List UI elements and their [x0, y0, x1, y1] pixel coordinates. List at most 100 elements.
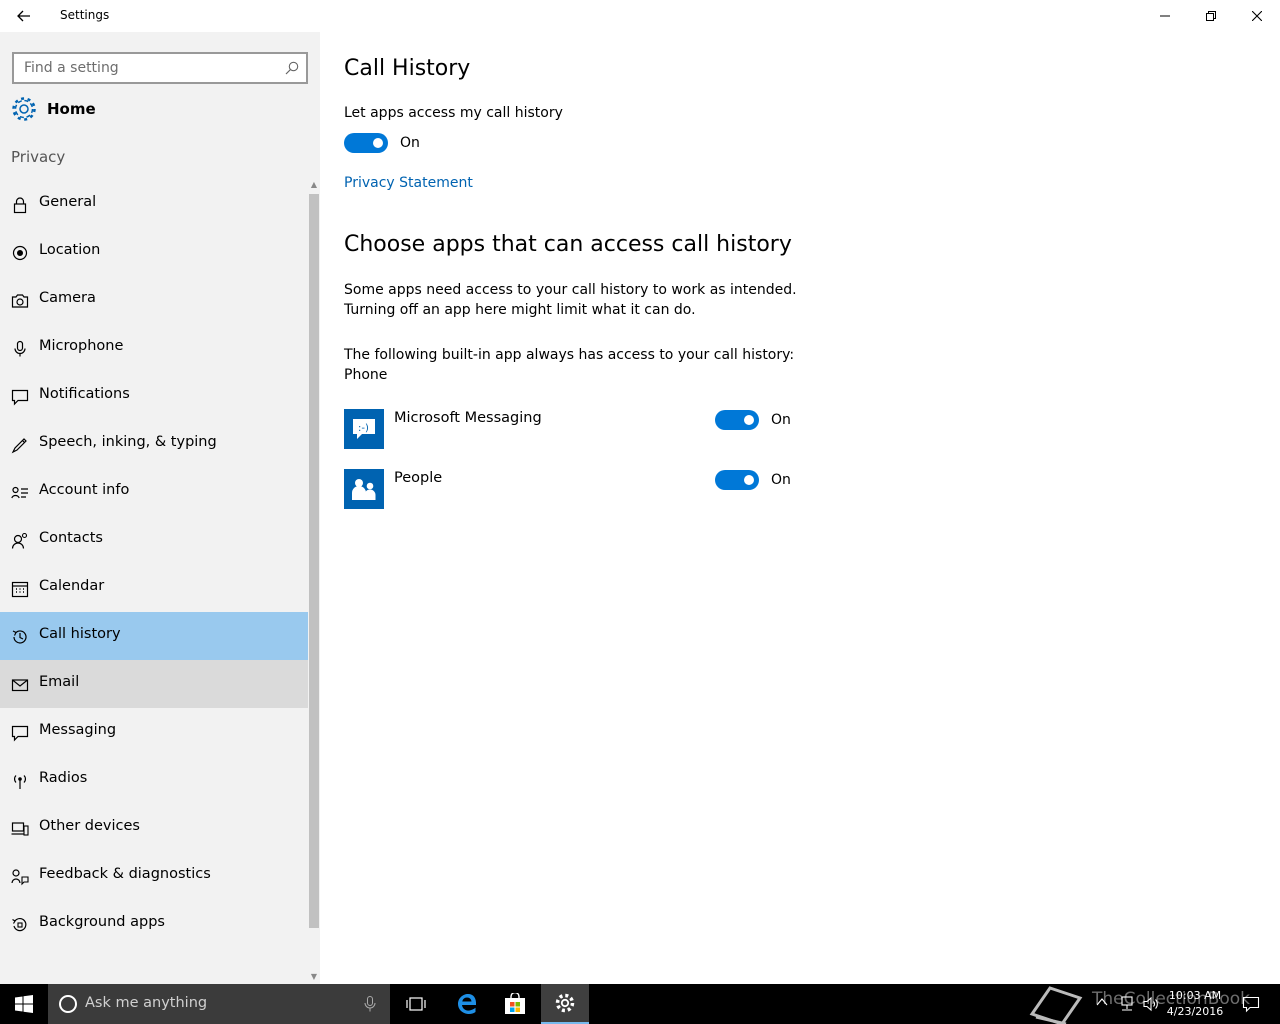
sidebar-item-general[interactable]: General — [0, 180, 308, 228]
sidebar-item-notifications[interactable]: Notifications — [0, 372, 308, 420]
sidebar-item-contacts[interactable]: Contacts — [0, 516, 308, 564]
microphone-icon — [14, 340, 26, 357]
back-button[interactable] — [10, 6, 38, 26]
sidebar-item-label: Account info — [39, 482, 130, 498]
section-title: Choose apps that can access call history — [344, 232, 792, 257]
sidebar-item-label: Radios — [39, 770, 88, 786]
sidebar-item-speech[interactable]: Speech, inking, & typing — [0, 420, 308, 468]
section-label: Privacy — [11, 148, 66, 166]
sidebar-item-label: Background apps — [39, 914, 165, 930]
window-title: Settings — [60, 8, 110, 22]
app-row-people: People On — [344, 469, 804, 509]
sidebar: Home Privacy General Location Camera Mic… — [0, 32, 320, 984]
sidebar-item-label: Microphone — [39, 338, 124, 354]
store-taskbar-button[interactable] — [492, 984, 538, 1024]
privacy-statement-link[interactable]: Privacy Statement — [344, 175, 473, 191]
cortana-placeholder: Ask me anything — [85, 995, 208, 1011]
sidebar-item-email[interactable]: Email — [0, 660, 308, 708]
search-icon[interactable] — [284, 60, 300, 76]
description-line-2: Turning off an app here might limit what… — [344, 302, 696, 318]
builtin-app-line-1: The following built-in app always has ac… — [344, 347, 795, 363]
sidebar-item-label: Camera — [39, 290, 96, 306]
sidebar-item-background-apps[interactable]: Background apps — [0, 900, 308, 948]
sidebar-item-label: Contacts — [39, 530, 103, 546]
description-line-1: Some apps need access to your call histo… — [344, 282, 797, 298]
watermark-book-icon — [1029, 986, 1083, 1024]
home-link[interactable]: Home — [0, 92, 308, 126]
sidebar-item-feedback[interactable]: Feedback & diagnostics — [0, 852, 308, 900]
cortana-search-box[interactable]: Ask me anything — [48, 984, 390, 1024]
network-icon[interactable] — [1118, 995, 1136, 1013]
sidebar-item-call-history[interactable]: Call history — [0, 612, 308, 660]
sidebar-item-label: Speech, inking, & typing — [39, 434, 217, 450]
task-view-icon — [406, 997, 426, 1011]
restore-button[interactable] — [1188, 0, 1234, 32]
sidebar-item-label: Call history — [39, 626, 121, 642]
sidebar-item-label: Notifications — [39, 386, 130, 402]
toggle-knob — [373, 138, 383, 148]
feedback-icon — [11, 869, 29, 886]
people-toggle[interactable] — [715, 470, 759, 490]
clock[interactable]: 10:03 AM 4/23/2016 — [1160, 988, 1230, 1020]
edge-taskbar-button[interactable] — [444, 984, 490, 1024]
minimize-button[interactable] — [1142, 0, 1188, 32]
email-icon — [11, 679, 29, 692]
restore-icon — [1206, 11, 1216, 21]
taskbar: Ask me anything TheCollectionBook 10:03 … — [0, 984, 1280, 1024]
search-input[interactable] — [14, 54, 274, 82]
sidebar-item-calendar[interactable]: Calendar — [0, 564, 308, 612]
clock-time: 10:03 AM — [1168, 989, 1222, 1002]
show-hidden-icons-chevron-icon[interactable] — [1096, 997, 1108, 1007]
sidebar-item-radios[interactable]: Radios — [0, 756, 308, 804]
call-history-icon — [12, 630, 27, 644]
settings-taskbar-button[interactable] — [541, 984, 589, 1024]
toggle-knob — [744, 475, 754, 485]
store-icon — [505, 993, 525, 1014]
access-setting-label: Let apps access my call history — [344, 105, 563, 121]
task-view-button[interactable] — [394, 984, 438, 1024]
calendar-icon — [11, 581, 29, 598]
main-content: Call History Let apps access my call his… — [320, 32, 1280, 984]
close-button[interactable] — [1234, 0, 1280, 32]
toggle-knob — [744, 415, 754, 425]
account-info-icon — [11, 486, 28, 499]
other-devices-icon — [11, 822, 29, 836]
sidebar-item-microphone[interactable]: Microphone — [0, 324, 308, 372]
cortana-icon — [59, 995, 77, 1013]
sidebar-item-label: Feedback & diagnostics — [39, 866, 211, 882]
builtin-app-line-2: Phone — [344, 367, 388, 383]
clock-date: 4/23/2016 — [1166, 1005, 1224, 1018]
microsoft-messaging-toggle[interactable] — [715, 410, 759, 430]
toggle-state-label: On — [771, 472, 791, 488]
nav-list: General Location Camera Microphone Notif… — [0, 180, 308, 948]
action-center-icon[interactable] — [1242, 995, 1260, 1013]
camera-icon — [11, 294, 29, 308]
volume-icon[interactable] — [1142, 995, 1160, 1013]
app-name: People — [394, 470, 443, 486]
location-icon — [12, 245, 28, 261]
lock-icon — [13, 197, 27, 214]
close-icon — [1252, 11, 1262, 21]
start-button[interactable] — [0, 984, 48, 1024]
speech-icon — [11, 438, 27, 454]
sidebar-item-location[interactable]: Location — [0, 228, 308, 276]
sidebar-item-messaging[interactable]: Messaging — [0, 708, 308, 756]
svg-text::-): :-) — [358, 423, 369, 434]
page-title: Call History — [344, 56, 471, 81]
edge-icon — [458, 994, 477, 1015]
sidebar-item-label: Location — [39, 242, 101, 258]
scroll-up-icon[interactable]: ▲ — [309, 180, 319, 190]
scroll-down-icon[interactable]: ▼ — [309, 972, 319, 982]
sidebar-item-account-info[interactable]: Account info — [0, 468, 308, 516]
sidebar-item-camera[interactable]: Camera — [0, 276, 308, 324]
search-box[interactable] — [12, 52, 308, 84]
background-apps-icon — [12, 917, 27, 932]
sidebar-item-other-devices[interactable]: Other devices — [0, 804, 308, 852]
scrollbar-thumb[interactable] — [309, 194, 319, 928]
call-history-access-toggle[interactable] — [344, 133, 388, 153]
gear-icon — [555, 993, 575, 1013]
people-app-icon — [344, 469, 384, 509]
microphone-icon[interactable] — [364, 996, 376, 1012]
sidebar-item-label: Calendar — [39, 578, 105, 594]
home-label: Home — [47, 100, 96, 118]
